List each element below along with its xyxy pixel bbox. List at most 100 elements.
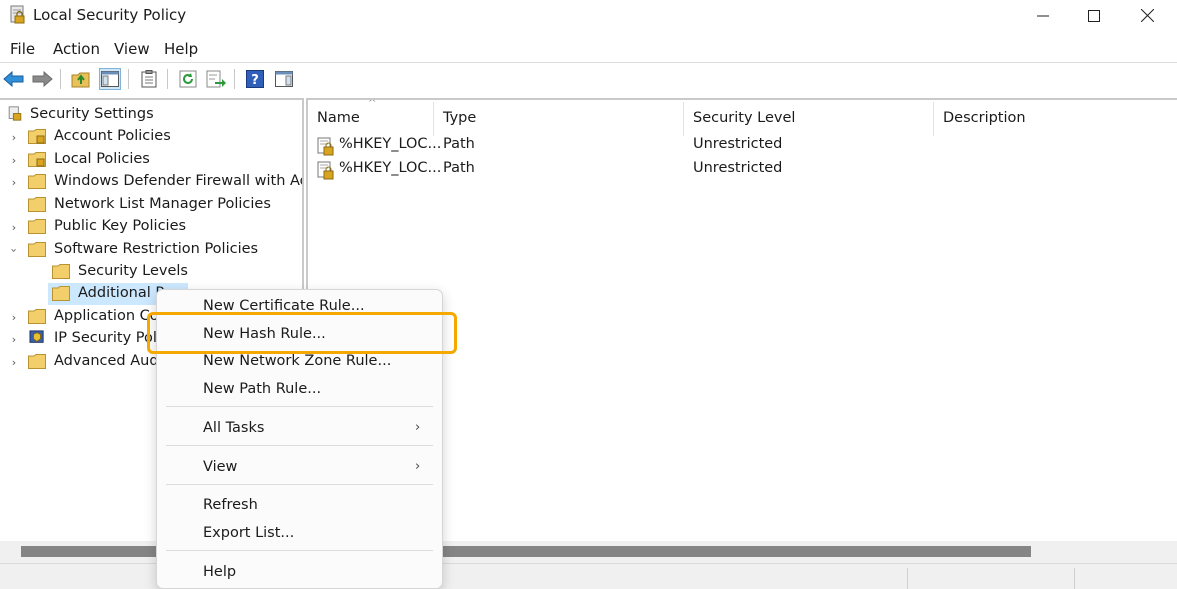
maximize-icon — [1088, 9, 1100, 22]
row-security-level: Unrestricted — [693, 160, 783, 176]
forward-button[interactable] — [31, 68, 53, 90]
back-arrow-icon — [3, 71, 24, 87]
tree-label: Network List Manager Policies — [54, 196, 271, 212]
close-button[interactable] — [1122, 0, 1172, 31]
properties-button[interactable] — [138, 68, 160, 90]
column-header-security-level[interactable]: Security Level — [684, 102, 934, 136]
menu-help[interactable]: Help — [164, 40, 198, 58]
expand-chevron-icon[interactable]: › — [9, 333, 19, 346]
row-security-level: Unrestricted — [693, 136, 783, 152]
row-type: Path — [443, 160, 475, 176]
column-header-type[interactable]: Type — [434, 102, 684, 136]
show-hide-action-pane-icon — [275, 71, 293, 87]
folder-icon — [28, 219, 46, 234]
up-folder-icon — [71, 72, 90, 88]
properties-icon — [141, 70, 157, 88]
svg-text:?: ? — [251, 73, 259, 88]
up-one-level-button[interactable] — [70, 68, 92, 90]
help-button[interactable]: ? — [244, 68, 266, 90]
tree-label: Software Restriction Policies — [54, 241, 259, 257]
tree-label: Application Co — [54, 308, 159, 324]
menu-bar: File Action View Help — [0, 37, 1177, 61]
menu-item-all-tasks[interactable]: All Tasks — [203, 420, 264, 436]
menu-item-new-path-rule[interactable]: New Path Rule... — [203, 381, 321, 397]
menu-item-new-network-zone-rule[interactable]: New Network Zone Rule... — [203, 353, 391, 369]
expand-chevron-icon[interactable]: › — [9, 176, 19, 189]
submenu-arrow-icon: › — [415, 420, 421, 435]
security-settings-icon — [8, 106, 22, 121]
security-policy-app-icon — [10, 5, 25, 24]
tree-label: Windows Defender Firewall with Advar — [54, 173, 302, 189]
refresh-icon — [179, 70, 197, 88]
show-hide-console-tree-button[interactable] — [99, 68, 121, 90]
menu-separator — [166, 445, 433, 446]
toolbar: ? — [0, 62, 1177, 94]
maximize-button[interactable] — [1069, 0, 1119, 31]
tree-item-account-policies[interactable]: › Account Policies — [0, 126, 300, 148]
menu-action[interactable]: Action — [53, 40, 100, 58]
export-list-button[interactable] — [205, 68, 227, 90]
menu-view[interactable]: View — [114, 40, 150, 58]
show-hide-action-pane-button[interactable] — [273, 68, 295, 90]
path-rule-icon — [317, 137, 334, 156]
folder-icon — [28, 242, 46, 257]
back-button[interactable] — [3, 68, 25, 90]
folder-icon — [28, 197, 46, 212]
tree-item-local-policies[interactable]: › Local Policies — [0, 149, 300, 171]
minimize-icon — [1037, 15, 1049, 16]
highlight-annotation-box — [147, 312, 457, 354]
collapse-chevron-icon[interactable]: › — [8, 245, 21, 255]
locked-folder-icon — [28, 152, 46, 167]
folder-icon — [52, 286, 70, 301]
menu-separator — [166, 484, 433, 485]
locked-folder-icon — [28, 129, 46, 144]
title-bar: Local Security Policy — [0, 0, 1177, 33]
expand-chevron-icon[interactable]: › — [9, 311, 19, 324]
expand-chevron-icon[interactable]: › — [9, 131, 19, 144]
menu-separator — [166, 406, 433, 407]
tree-label: Account Policies — [54, 128, 171, 144]
tree-item-software-restriction-policies[interactable]: › Software Restriction Policies — [0, 239, 300, 261]
folder-icon — [28, 174, 46, 189]
folder-icon — [28, 354, 46, 369]
tree-label: Security Settings — [30, 106, 154, 122]
tree-root-security-settings[interactable]: Security Settings — [0, 104, 300, 126]
tree-label: Security Levels — [78, 263, 188, 279]
menu-item-help[interactable]: Help — [203, 564, 236, 580]
show-hide-tree-icon — [101, 71, 119, 87]
column-header-description[interactable]: Description — [934, 102, 1177, 136]
expand-chevron-icon[interactable]: › — [9, 221, 19, 234]
folder-icon — [52, 264, 70, 279]
tree-label: IP Security Poli — [54, 330, 161, 346]
menu-item-refresh[interactable]: Refresh — [203, 497, 258, 513]
row-name: %HKEY_LOC... — [339, 136, 442, 152]
tree-label: Local Policies — [54, 151, 150, 167]
menu-item-view[interactable]: View — [203, 459, 237, 475]
menu-item-export-list[interactable]: Export List... — [203, 525, 294, 541]
expand-chevron-icon[interactable]: › — [9, 154, 19, 167]
tree-item-security-levels[interactable]: Security Levels — [0, 261, 300, 283]
tree-label: Public Key Policies — [54, 218, 187, 234]
export-list-icon — [206, 70, 226, 88]
refresh-button[interactable] — [177, 68, 199, 90]
ip-security-shield-icon — [29, 330, 44, 343]
submenu-arrow-icon: › — [415, 459, 421, 474]
menu-separator — [166, 550, 433, 551]
expand-chevron-icon[interactable]: › — [9, 356, 19, 369]
tree-item-public-key-policies[interactable]: › Public Key Policies — [0, 216, 300, 238]
minimize-button[interactable] — [1018, 0, 1068, 31]
path-rule-icon — [317, 161, 334, 180]
menu-file[interactable]: File — [10, 40, 35, 58]
forward-arrow-icon — [32, 71, 53, 87]
table-row[interactable]: %HKEY_LOC... Path Unrestricted — [308, 134, 1177, 158]
column-header-name[interactable]: Name ^ — [308, 100, 434, 136]
table-row[interactable]: %HKEY_LOC... Path Unrestricted — [308, 158, 1177, 182]
help-icon: ? — [246, 70, 264, 88]
sort-ascending-icon: ^ — [368, 98, 377, 109]
window-title: Local Security Policy — [33, 6, 187, 24]
folder-icon — [28, 309, 46, 324]
tree-item-windows-defender-firewall[interactable]: › Windows Defender Firewall with Advar — [0, 171, 302, 193]
tree-label: Advanced Audit — [54, 353, 169, 369]
local-security-policy-window: Local Security Policy File Action View H… — [0, 0, 1177, 589]
tree-item-network-list-manager[interactable]: Network List Manager Policies — [0, 194, 300, 216]
